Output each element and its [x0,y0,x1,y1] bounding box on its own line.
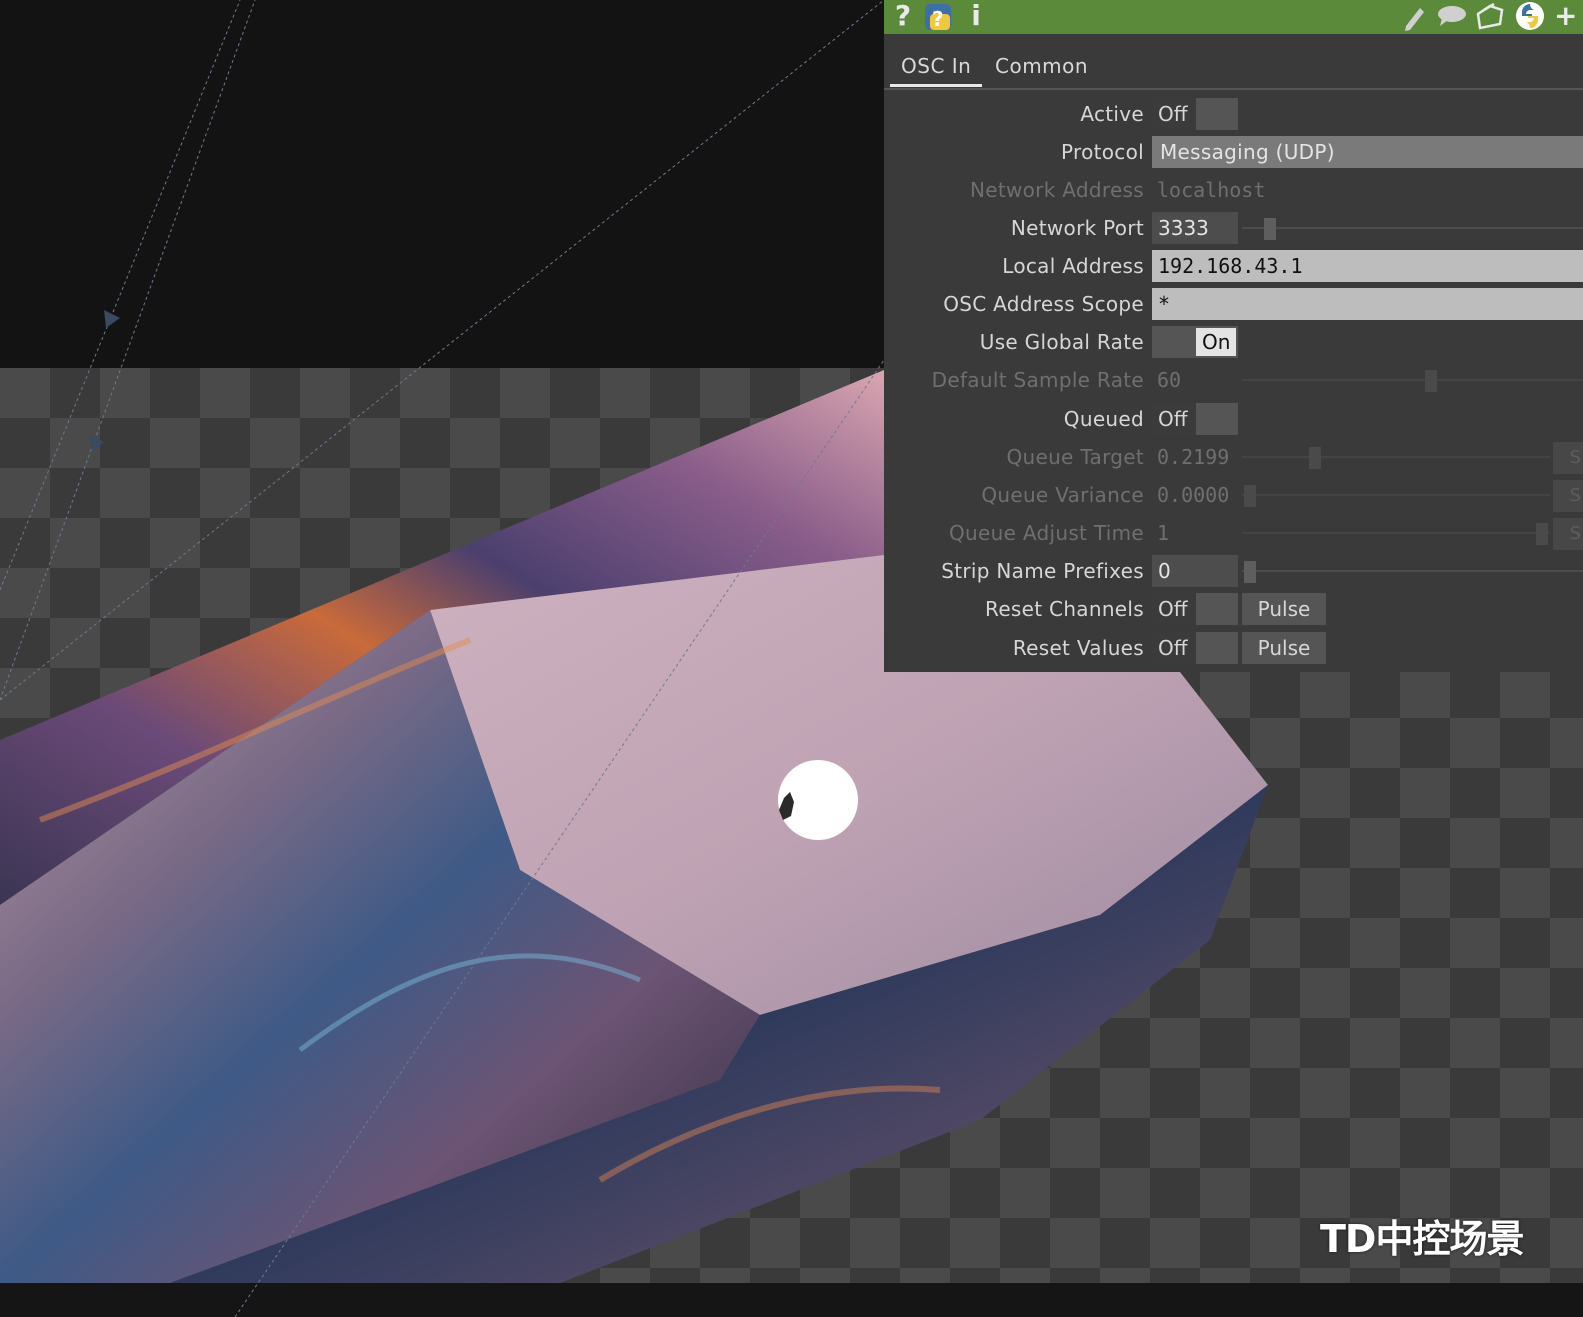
network-port-slider[interactable] [1242,227,1583,229]
param-row-network-address: Network Address localhost [884,172,1583,208]
param-label: Active [1080,102,1144,126]
add-icon[interactable]: + [1554,0,1577,34]
slider-handle[interactable] [1425,370,1437,392]
param-label: Protocol [1061,140,1144,164]
slider-handle[interactable] [1244,561,1256,583]
slider-handle[interactable] [1244,485,1256,507]
param-row-queued: Queued Off [884,401,1583,437]
slider-handle[interactable] [1536,523,1548,545]
queue-target-field[interactable]: 0.2199 [1152,441,1229,473]
param-label: Queued [1063,407,1144,431]
reset-channels-toggle[interactable]: Off [1152,593,1238,625]
param-row-active: Active Off [884,96,1583,132]
param-label: Reset Values [1012,636,1144,660]
param-row-reset-channels: Reset Channels Off Pulse [884,591,1583,627]
strip-name-prefixes-slider[interactable] [1242,570,1583,572]
comment-icon[interactable] [1436,0,1468,34]
param-row-reset-values: Reset Values Off Pulse [884,630,1583,666]
param-label: Use Global Rate [979,330,1144,354]
queue-variance-field[interactable]: 0.0000 [1152,479,1229,511]
side-button[interactable]: S [1553,480,1583,512]
use-global-rate-toggle[interactable]: On [1152,326,1238,358]
active-toggle[interactable]: Off [1152,98,1238,130]
param-label: Queue Target [1006,445,1144,469]
param-label: Reset Channels [985,597,1144,621]
queue-target-slider[interactable] [1242,456,1550,458]
watermark-text: TD中控场景 [1320,1217,1524,1261]
queue-adjust-time-field[interactable]: 1 [1152,517,1169,549]
param-label: Network Port [1010,216,1144,240]
param-label: Queue Variance [981,483,1144,507]
param-row-queue-adjust-time: Queue Adjust Time 1 S [884,515,1583,551]
param-label: Network Address [969,178,1144,202]
param-row-local-address: Local Address 192.168.43.1 [884,248,1583,284]
param-label: OSC Address Scope [943,292,1144,316]
param-row-queue-variance: Queue Variance 0.0000 S [884,477,1583,513]
param-row-strip-name-prefixes: Strip Name Prefixes 0 [884,553,1583,589]
local-address-field[interactable]: 192.168.43.1 [1152,250,1583,282]
network-port-field[interactable]: 3333 [1152,212,1238,244]
param-label: Strip Name Prefixes [941,559,1144,583]
slider-handle[interactable] [1264,218,1276,240]
reset-channels-pulse-button[interactable]: Pulse [1242,593,1326,625]
param-row-queue-target: Queue Target 0.2199 S [884,439,1583,475]
param-label: Default Sample Rate [931,368,1144,392]
parameter-panel: ? ? i + OSC In Common Active Off Protoco… [884,0,1583,672]
pencil-icon[interactable] [1402,0,1426,34]
app-window: TD中控场景 ? ? i + OSC In Common Active Off … [0,0,1583,1317]
param-row-osc-address-scope: OSC Address Scope * [884,286,1583,322]
slider-handle[interactable] [1309,447,1321,469]
python-help-icon[interactable]: ? [922,0,956,34]
osc-address-scope-field[interactable]: * [1152,288,1583,320]
default-sample-rate-slider[interactable] [1242,379,1583,381]
guide-arrow-marker [104,310,120,328]
clone-icon[interactable] [1474,0,1506,34]
info-icon[interactable]: i [968,0,984,34]
default-sample-rate-field[interactable]: 60 [1152,364,1181,396]
queue-adjust-time-slider[interactable] [1242,532,1550,534]
param-row-protocol: Protocol Messaging (UDP) [884,134,1583,170]
queued-toggle[interactable]: Off [1152,403,1238,435]
help-icon[interactable]: ? [892,0,914,34]
side-button[interactable]: S [1553,518,1583,550]
param-row-use-global-rate: Use Global Rate On [884,324,1583,360]
reset-values-toggle[interactable]: Off [1152,632,1238,664]
param-row-network-port: Network Port 3333 [884,210,1583,246]
param-label: Local Address [1002,254,1144,278]
side-button[interactable]: S [1553,442,1583,474]
tab-osc-in[interactable]: OSC In [890,54,983,87]
svg-text:?: ? [932,7,944,31]
reset-values-pulse-button[interactable]: Pulse [1242,632,1326,664]
tab-common[interactable]: Common [995,54,1088,78]
parameter-tabs: OSC In Common [884,46,1583,90]
queue-variance-slider[interactable] [1242,494,1550,496]
param-row-default-sample-rate: Default Sample Rate 60 [884,362,1583,398]
guide-arrow-marker [90,435,104,452]
python-icon[interactable] [1514,0,1546,34]
param-label: Queue Adjust Time [949,521,1144,545]
strip-name-prefixes-field[interactable]: 0 [1152,555,1238,587]
protocol-menu[interactable]: Messaging (UDP) [1152,136,1583,168]
network-address-field[interactable]: localhost [1152,174,1265,206]
panel-toolbar: ? ? i + [884,0,1583,34]
